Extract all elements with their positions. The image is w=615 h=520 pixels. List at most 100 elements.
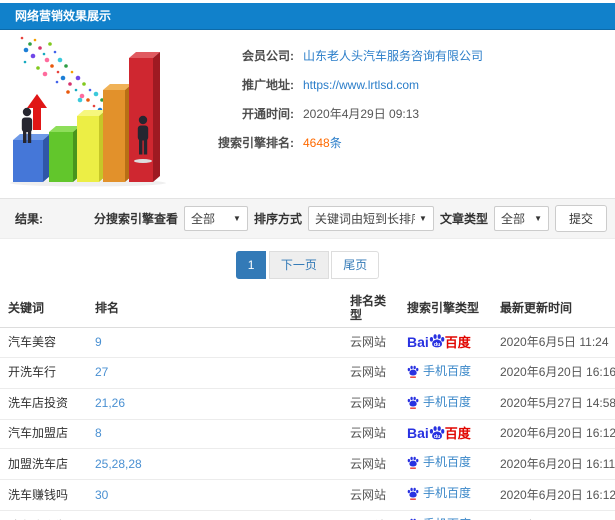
engine-filter-label: 分搜索引擎查看 [93,212,178,226]
svg-text:du: du [434,433,441,439]
column-header: 排名 [87,288,342,328]
caret-down-icon: ▼ [419,214,427,223]
baidu-logo: Bai du 百度 [407,333,471,351]
ranking-count-unit: 条 [329,136,342,150]
mobile-baidu-label: 手机百度 [423,455,472,469]
keyword-cell: 洗车店利润 [0,510,87,520]
update-time-cell: 2020年6月20日 16:12 [492,419,615,449]
rank-type-cell: 云网站 [342,327,399,358]
rank-type-cell: 云网站 [342,479,399,511]
member-info-fields: 会员公司: 山东老人头汽车服务咨询有限公司 推广地址: https://www.lrt… [182,30,615,193]
mobile-baidu-logo: 手机百度 [407,454,471,471]
engine-cell: 手机百度 [399,388,492,420]
keyword-cell: 加盟洗车店 [0,448,87,480]
baidu-logo: Bai du 百度 [407,425,471,443]
mobile-baidu-label: 手机百度 [423,516,471,520]
engine-cell: 手机百度 [399,510,492,520]
update-time-cell: 2020年6月20日 16:11 [492,448,615,480]
filter-bar: 结果: 分搜索引擎查看 全部 ▼ 排序方式 关键词由短到长排序 ▼ 文章类型 全… [0,198,615,239]
baidu-paw-icon [407,456,419,469]
pagination: 1 下一页 尾页 [0,251,615,279]
bar-chart-image [10,36,166,187]
mobile-baidu-logo: 手机百度 [407,485,471,502]
baidu-paw-icon [407,365,419,378]
engine-cell: Bai du 百度 [399,327,492,358]
column-header: 搜索引擎类型 [399,288,492,328]
rank-type-cell: 云网站 [342,448,399,480]
keyword-cell: 汽车加盟店 [0,419,87,449]
filter-controls: 分搜索引擎查看 全部 ▼ 排序方式 关键词由短到长排序 ▼ 文章类型 全部 ▼ … [94,205,615,232]
next-page-button[interactable]: 下一页 [268,251,329,279]
engine-cell: 手机百度 [399,479,492,511]
update-time-cell: 2020年6月18日 14:27 [492,510,615,520]
mobile-baidu-label: 手机百度 [423,486,472,500]
ranking-table: 关键词 排名 排名类型 搜索引擎类型 最新更新时间 汽车美容 9 云网站 Bai du 百度 202… [0,288,615,520]
engine-cell: 手机百度 [399,357,492,389]
submit-button[interactable]: 提交 [554,205,607,232]
rank-cell[interactable]: 30 [87,510,342,520]
keyword-cell: 洗车店投资 [0,388,87,420]
sort-filter-label: 排序方式 [253,212,302,226]
baidu-logo-latin: Bai [407,333,429,350]
info-field-value[interactable]: 山东老人头汽车服务咨询有限公司 [303,47,483,64]
rank-cell[interactable]: 21,26 [87,388,342,420]
info-field-label: 会员公司: [242,49,294,63]
column-header: 最新更新时间 [492,288,615,328]
rank-type-cell: 云网站 [342,357,399,389]
column-header: 关键词 [0,288,87,328]
ranking-count: 4648 [303,136,330,150]
update-time-cell: 2020年6月20日 16:12 [492,479,615,511]
sort-select[interactable]: 关键词由短到长排序 ▼ [307,206,434,231]
table-row: 汽车美容 9 云网站 Bai du 百度 2020年6月5日 11:24 [0,327,615,358]
info-field-row: 会员公司: 山东老人头汽车服务咨询有限公司 [182,41,615,70]
rank-type-cell: 云网站 [342,388,399,420]
page-1-button[interactable]: 1 [235,251,267,279]
article-type-label: 文章类型 [439,212,488,226]
mobile-baidu-label: 手机百度 [423,363,472,378]
update-time-cell: 2020年6月20日 16:16 [492,357,615,389]
engine-cell: Bai du 百度 [399,419,492,449]
keyword-cell: 洗车赚钱吗 [0,479,87,511]
table-row: 洗车赚钱吗 30 云网站 手机百度 2020年6月20日 16:12 [0,479,615,511]
mobile-baidu-logo: 手机百度 [407,363,471,380]
rank-cell[interactable]: 30 [87,479,342,511]
column-header: 排名类型 [342,288,399,328]
rank-type-cell: 云网站 [342,510,399,520]
info-field-row: 开通时间: 2020年4月29日 09:13 [182,99,615,128]
bar-chart-illustration [0,30,182,190]
engine-cell: 手机百度 [399,448,492,480]
info-field-value[interactable]: https://www.lrtlsd.com [303,78,419,92]
rank-cell[interactable]: 8 [87,419,342,449]
article-type-select[interactable]: 全部 ▼ [493,206,549,231]
keyword-cell: 开洗车行 [0,357,87,389]
table-row: 汽车加盟店 8 云网站 Bai du 百度 2020年6月20日 16:12 [0,419,615,449]
result-label: 结果: [15,212,43,226]
rank-cell[interactable]: 25,28,28 [87,448,342,480]
info-field-label: 推广地址: [242,78,294,92]
info-field-label: 开通时间: [242,107,294,121]
engine-select[interactable]: 全部 ▼ [183,206,248,231]
baidu-logo-chinese: 百度 [444,334,471,350]
last-page-button[interactable]: 尾页 [331,251,380,279]
info-field-row: 推广地址: https://www.lrtlsd.com [182,70,615,99]
member-info-section: 会员公司: 山东老人头汽车服务咨询有限公司 推广地址: https://www.lrt… [0,30,615,193]
rank-cell[interactable]: 9 [87,327,342,358]
table-header-row: 关键词 排名 排名类型 搜索引擎类型 最新更新时间 [0,288,615,328]
rank-cell[interactable]: 27 [87,357,342,389]
table-row: 洗车店利润30云网站手机百度 2020年6月18日 14:27 [0,510,615,520]
table-row: 加盟洗车店 25,28,28 云网站 手机百度 2020年6月20日 16:11 [0,448,615,480]
table-row: 洗车店投资 21,26 云网站 手机百度 2020年5月27日 14:58 [0,388,615,420]
titlebar: 网络营销效果展示 [0,3,615,30]
info-field-row: 搜索引擎排名: 4648条 [182,128,615,157]
baidu-paw-icon: du [429,334,445,348]
info-field-value: 4648条 [303,134,342,151]
baidu-paw-icon [407,487,419,500]
baidu-logo-latin: Bai [407,425,429,441]
update-time-cell: 2020年5月27日 14:58 [492,388,615,420]
table-row: 开洗车行 27 云网站 手机百度 2020年6月20日 16:16 [0,357,615,389]
update-time-cell: 2020年6月5日 11:24 [492,327,615,358]
caret-down-icon: ▼ [534,214,542,223]
keyword-cell: 汽车美容 [0,327,87,358]
mobile-baidu-logo: 手机百度 [407,394,471,411]
baidu-paw-icon: du [429,425,445,439]
